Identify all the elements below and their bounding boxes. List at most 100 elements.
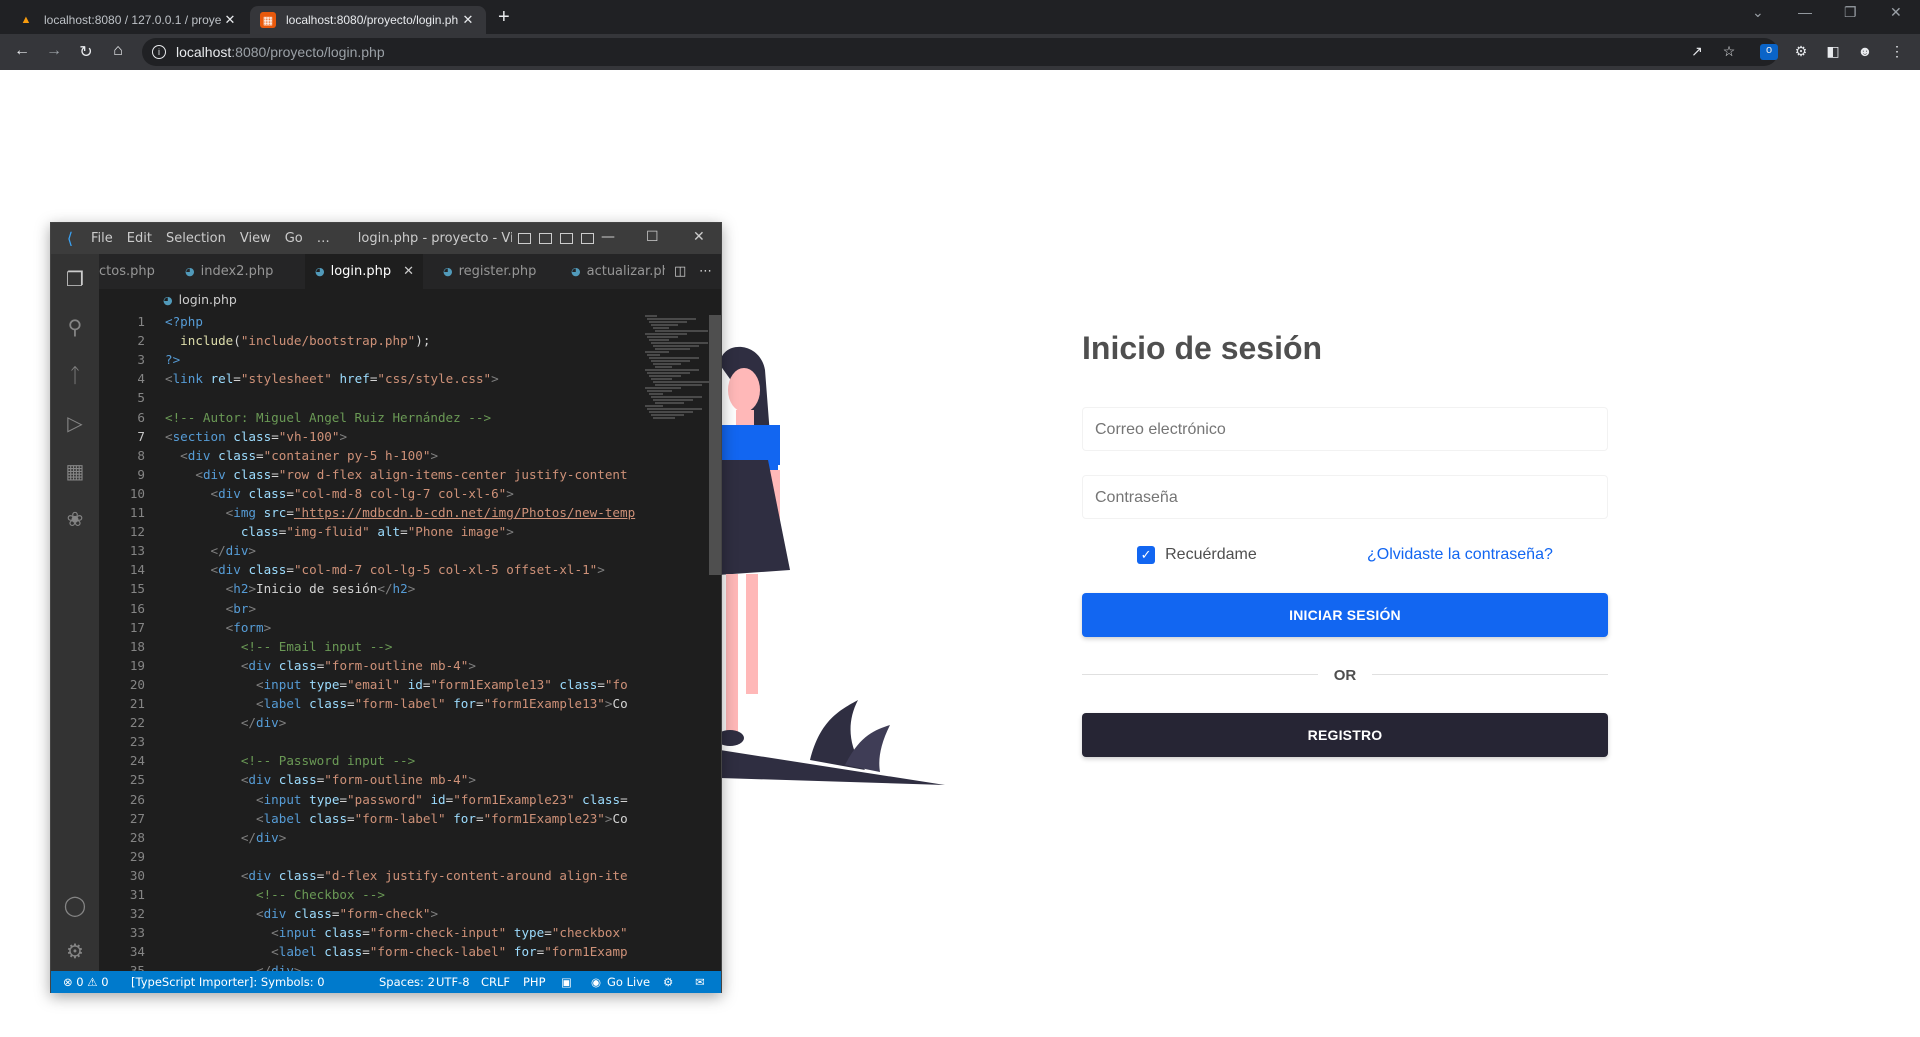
source-control-icon[interactable]: ᛏ xyxy=(63,364,87,388)
remember-checkbox[interactable]: ✓ Recuérdame xyxy=(1137,546,1257,564)
code-line[interactable]: <input type="password" id="form1Example2… xyxy=(165,792,628,807)
code-line[interactable]: <div class="form-outline mb-4"> xyxy=(165,658,476,673)
format-icon[interactable]: ▣ xyxy=(561,971,572,993)
close-window-button[interactable]: ✕ xyxy=(1890,4,1902,21)
code-line[interactable]: <div class="d-flex justify-content-aroun… xyxy=(165,868,628,883)
tab-index2[interactable]: ◕ index2.php xyxy=(171,254,293,289)
code-line[interactable]: <section class="vh-100"> xyxy=(165,429,347,444)
code-line[interactable]: <div class="col-md-8 col-lg-7 col-xl-6"> xyxy=(165,486,514,501)
code-line[interactable]: </div> xyxy=(165,830,287,845)
menu-view[interactable]: View xyxy=(240,231,271,246)
code-line[interactable]: <label class="form-label" for="form1Exam… xyxy=(165,696,628,711)
vscode-maximize-button[interactable]: ☐ xyxy=(646,229,659,245)
breadcrumb[interactable]: ◕ login.php xyxy=(99,289,721,311)
extensions-icon[interactable]: ▦ xyxy=(63,460,87,484)
signin-button[interactable]: INICIAR SESIÓN xyxy=(1082,593,1608,637)
live-share-status-icon[interactable]: ⚙ xyxy=(663,971,673,993)
toggle-secondary-sidebar-icon[interactable] xyxy=(559,233,573,244)
tab-actualizar[interactable]: ◕ actualizar.ph xyxy=(561,254,665,289)
new-tab-button[interactable]: + xyxy=(498,6,510,28)
close-tab-icon[interactable]: ✕ xyxy=(460,12,476,28)
extensions-icon[interactable]: ⚙ xyxy=(1792,43,1810,60)
back-icon[interactable]: ← xyxy=(12,42,32,60)
code-line[interactable]: <label class="form-check-label" for="for… xyxy=(165,944,627,959)
tab-login[interactable]: ◕ login.php ✕ xyxy=(305,254,423,289)
code-line[interactable]: <!-- Autor: Miguel Angel Ruiz Hernández … xyxy=(165,410,491,425)
address-bar[interactable]: i localhost:8080/proyecto/login.php xyxy=(142,38,1778,66)
code-line[interactable]: <form> xyxy=(165,620,272,635)
share-icon[interactable]: ↗ xyxy=(1688,43,1706,60)
live-share-icon[interactable]: ❀ xyxy=(63,508,87,532)
toggle-panel-icon[interactable] xyxy=(538,233,552,244)
code-line[interactable]: <link rel="stylesheet" href="css/style.c… xyxy=(165,371,499,386)
outlook-extension-icon[interactable]: o xyxy=(1760,44,1778,60)
code-line[interactable]: <!-- Checkbox --> xyxy=(165,887,385,902)
menu-more[interactable]: … xyxy=(317,231,330,246)
close-tab-icon[interactable]: ✕ xyxy=(222,12,238,28)
problems-status[interactable]: ⊗ 0 ⚠ 0 xyxy=(63,971,109,993)
code-line[interactable]: <input type="email" id="form1Example13" … xyxy=(165,677,628,692)
code-line[interactable]: ?> xyxy=(165,352,180,367)
split-editor-icon[interactable]: ◫ xyxy=(674,254,686,289)
code-line[interactable]: <label class="form-label" for="form1Exam… xyxy=(165,811,628,826)
code-editor[interactable]: 1 <?php 2 include("include/bootstrap.php")… xyxy=(99,311,637,971)
toggle-sidebar-icon[interactable] xyxy=(517,233,531,244)
menu-selection[interactable]: Selection xyxy=(166,231,226,246)
tab-register[interactable]: ◕ register.php xyxy=(429,254,551,289)
editor-scrollbar[interactable] xyxy=(709,315,721,575)
site-info-icon[interactable]: i xyxy=(152,45,166,59)
run-debug-icon[interactable]: ▷ xyxy=(63,412,87,436)
restore-button[interactable]: ❐ xyxy=(1844,4,1857,21)
code-line[interactable]: <div class="form-outline mb-4"> xyxy=(165,772,476,787)
code-line[interactable]: </div> xyxy=(165,715,287,730)
customize-layout-icon[interactable] xyxy=(580,233,594,244)
profile-icon[interactable]: ☻ xyxy=(1856,43,1874,59)
forward-icon[interactable]: → xyxy=(44,42,64,60)
menu-edit[interactable]: Edit xyxy=(127,231,152,246)
code-line[interactable]: <h2>Inicio de sesión</h2> xyxy=(165,581,416,596)
email-field[interactable]: Correo electrónico xyxy=(1082,407,1608,451)
tab-ctos[interactable]: ctos.php xyxy=(99,254,171,289)
go-live-button[interactable]: Go Live xyxy=(607,971,650,993)
home-icon[interactable]: ⌂ xyxy=(108,42,128,60)
bookmark-star-icon[interactable]: ☆ xyxy=(1720,43,1738,60)
eol-status[interactable]: CRLF xyxy=(481,971,510,993)
code-line[interactable]: <!-- Password input --> xyxy=(165,753,415,768)
reload-icon[interactable]: ↻ xyxy=(76,42,96,62)
menu-go[interactable]: Go xyxy=(285,231,303,246)
minimize-button[interactable]: — xyxy=(1798,4,1812,20)
menu-file[interactable]: File xyxy=(91,231,113,246)
vscode-minimize-button[interactable]: — xyxy=(601,229,615,245)
code-line[interactable]: <br> xyxy=(165,601,256,616)
tab-search-icon[interactable]: ⌄ xyxy=(1752,4,1764,21)
code-line[interactable]: </div> xyxy=(165,543,257,558)
code-line[interactable]: </div> xyxy=(165,963,302,971)
code-line[interactable]: <!-- Email input --> xyxy=(165,639,393,654)
close-tab-icon[interactable]: ✕ xyxy=(403,264,414,279)
manage-gear-icon[interactable]: ⚙ xyxy=(63,940,87,964)
indentation-status[interactable]: Spaces: 2 xyxy=(379,971,435,993)
code-line[interactable]: <?php xyxy=(165,314,203,329)
forgot-password-link[interactable]: ¿Olvidaste la contraseña? xyxy=(1367,546,1553,564)
vscode-close-button[interactable]: ✕ xyxy=(693,229,705,245)
browser-tab-login[interactable]: ▦ localhost:8080/proyecto/login.ph ✕ xyxy=(250,6,486,34)
code-line[interactable]: include("include/bootstrap.php"); xyxy=(165,333,430,348)
checkmark-icon[interactable]: ✓ xyxy=(1137,546,1156,564)
more-actions-icon[interactable]: ⋯ xyxy=(699,254,712,289)
code-line[interactable]: <div class="form-check"> xyxy=(165,906,438,921)
notifications-icon[interactable]: ✉ xyxy=(695,971,705,993)
code-line[interactable]: <div class="container py-5 h-100"> xyxy=(165,448,438,463)
ts-importer-status[interactable]: [TypeScript Importer]: Symbols: 0 xyxy=(131,971,325,993)
password-field[interactable]: Contraseña xyxy=(1082,475,1608,519)
code-line[interactable]: <input class="form-check-input" type="ch… xyxy=(165,925,627,940)
encoding-status[interactable]: UTF-8 xyxy=(436,971,470,993)
browser-tab-phpmyadmin[interactable]: ▲ localhost:8080 / 127.0.0.1 / proye ✕ xyxy=(8,6,248,34)
code-line[interactable]: <div class="row d-flex align-items-cente… xyxy=(165,467,627,482)
code-line[interactable]: <img src="https://mdbcdn.b-cdn.net/img/P… xyxy=(165,505,635,520)
code-line[interactable]: class="img-fluid" alt="Phone image"> xyxy=(165,524,514,539)
register-button[interactable]: REGISTRO xyxy=(1082,713,1608,757)
language-status[interactable]: PHP xyxy=(523,971,546,993)
accounts-icon[interactable]: ◯ xyxy=(63,894,87,918)
menu-icon[interactable]: ⋮ xyxy=(1888,43,1906,60)
explorer-icon[interactable]: ❐ xyxy=(63,268,87,292)
